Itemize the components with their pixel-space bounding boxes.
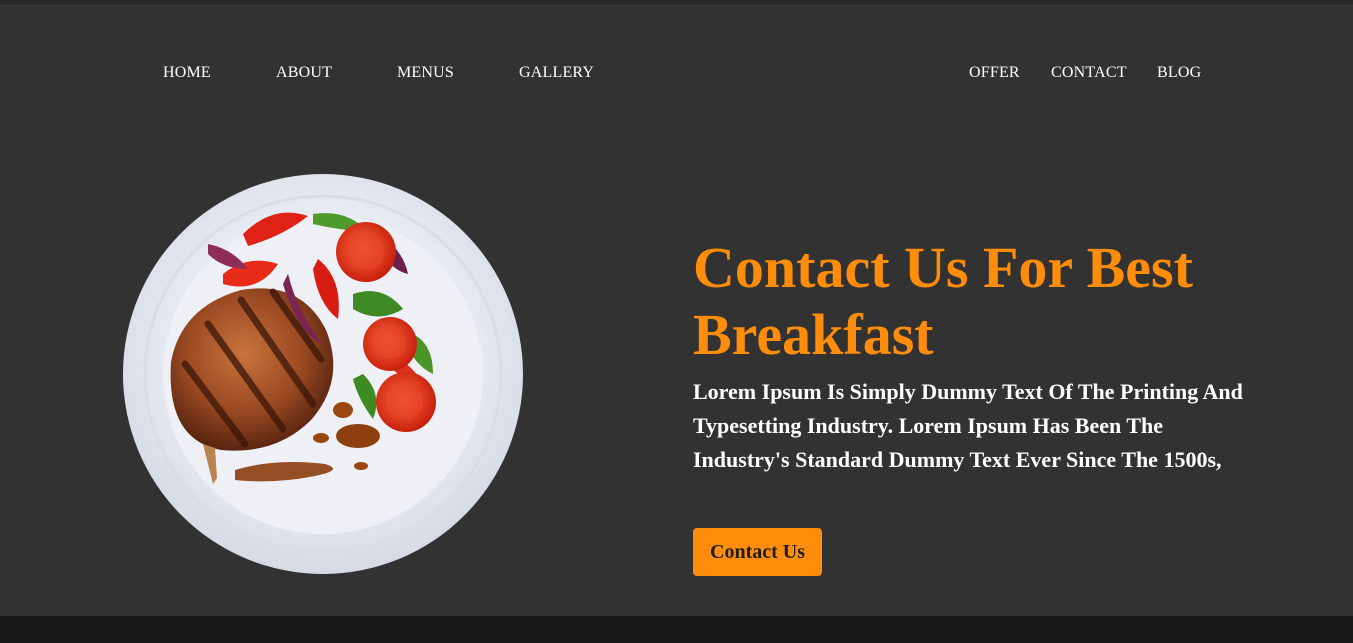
top-border — [0, 0, 1353, 6]
hero-headline: Contact Us For Best Breakfast — [693, 234, 1253, 368]
nav-gallery[interactable]: GALLERY — [519, 64, 594, 82]
hero-headline-line2: Breakfast — [693, 302, 934, 367]
hero-headline-line1: Contact Us For Best — [693, 235, 1193, 300]
nav-contact[interactable]: CONTACT — [1051, 64, 1127, 82]
nav-offer[interactable]: OFFER — [969, 64, 1020, 82]
hero-description: Lorem Ipsum Is Simply Dummy Text Of The … — [693, 379, 1243, 472]
plate-steak-salad-image — [123, 174, 523, 574]
nav-about[interactable]: ABOUT — [276, 64, 332, 82]
nav-home[interactable]: HOME — [163, 64, 211, 82]
nav-blog[interactable]: BLOG — [1157, 64, 1201, 82]
footer-band — [0, 616, 1353, 643]
nav-menus[interactable]: MENUS — [397, 64, 454, 82]
contact-us-button[interactable]: Contact Us — [693, 528, 822, 576]
